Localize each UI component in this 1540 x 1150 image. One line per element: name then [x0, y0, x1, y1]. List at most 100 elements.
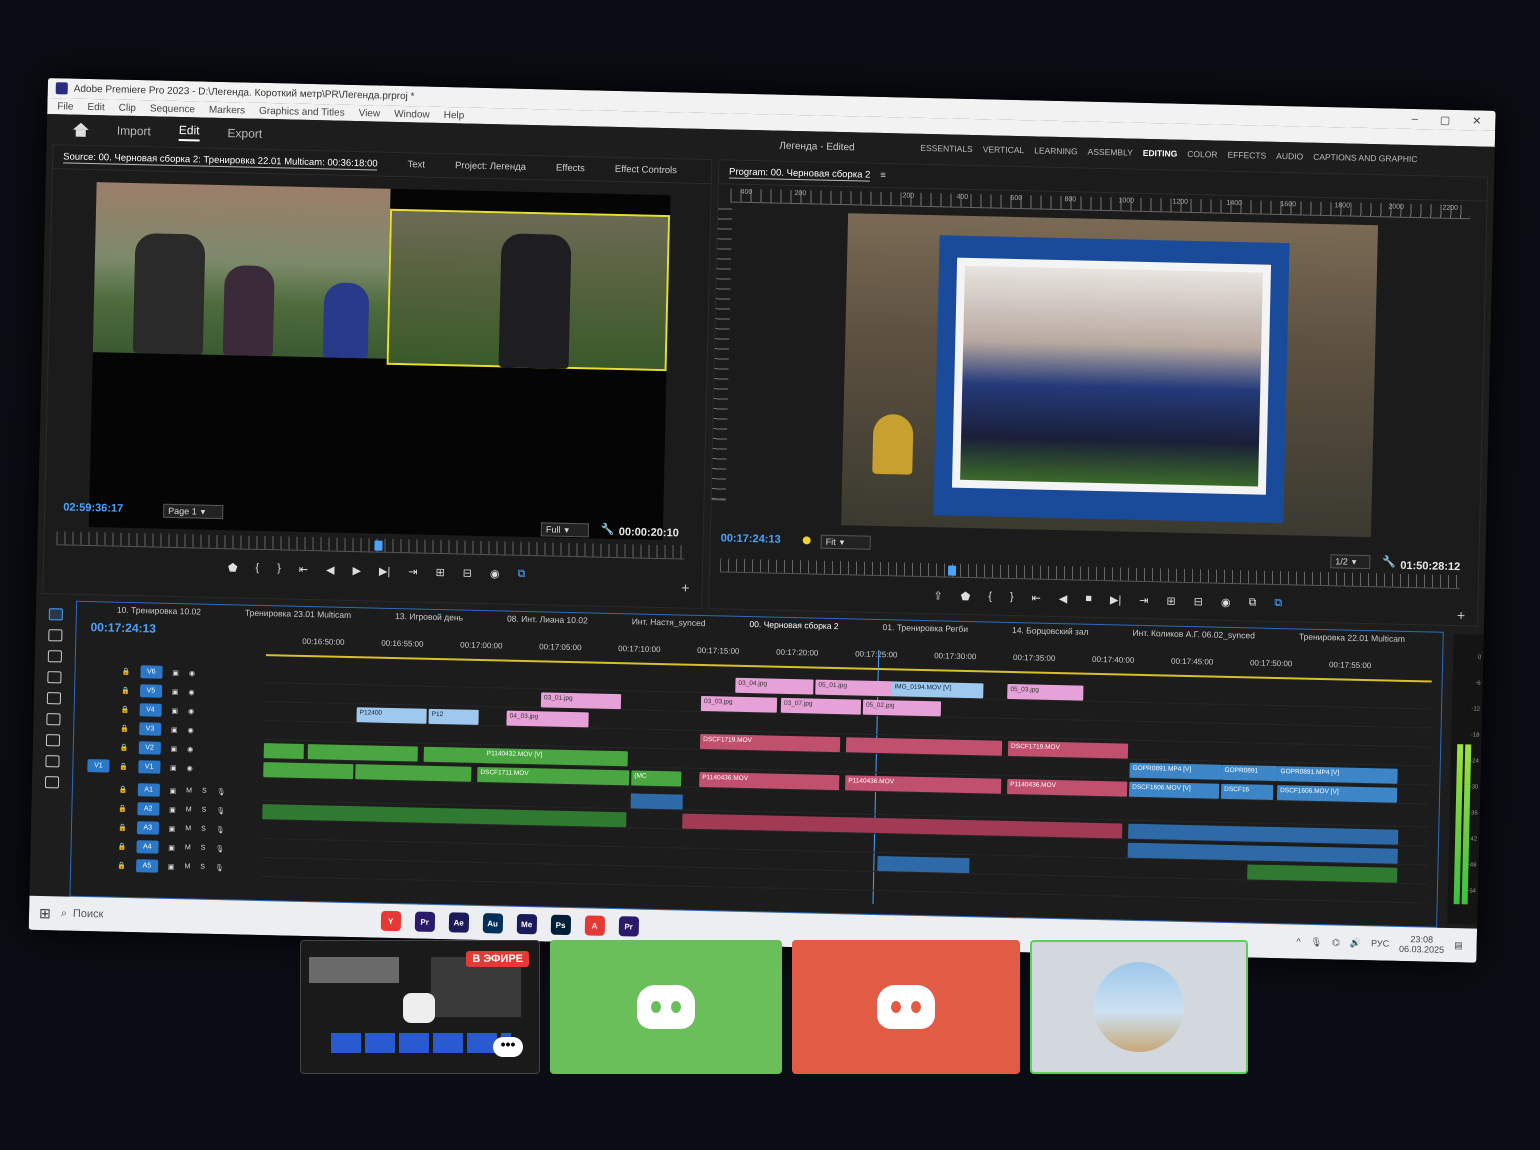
timeline-timecode[interactable]: 00:17:24:13 [90, 620, 156, 635]
eye-icon[interactable]: ◉ [188, 707, 194, 715]
menu-view[interactable]: View [359, 108, 381, 119]
extract-icon[interactable]: ⊞ [1166, 595, 1176, 608]
mic-icon[interactable]: 🎙 [1310, 936, 1323, 947]
mark-out-icon[interactable]: } [277, 562, 281, 575]
notifications-icon[interactable]: ▤ [1454, 940, 1463, 951]
timeline-clip[interactable] [263, 743, 304, 759]
hand-tool-icon[interactable] [45, 755, 60, 768]
insert-icon[interactable]: ⊞ [435, 566, 445, 579]
camera-icon[interactable]: ◉ [490, 567, 500, 580]
sync-lock-icon[interactable]: ▣ [168, 862, 175, 870]
seq-tab[interactable]: Тренировка 23.01 Multicam [245, 608, 351, 620]
timeline-clip[interactable]: DSCF1711.MOV [477, 766, 630, 786]
seq-tab-active[interactable]: 00. Черновая сборка 2 [749, 619, 838, 631]
timeline-clip[interactable] [307, 744, 418, 762]
eye-icon[interactable]: ◉ [187, 764, 193, 772]
taskbar-app-icon[interactable]: Pr [414, 911, 435, 932]
close-icon[interactable]: ✕ [1472, 114, 1482, 127]
seq-tab[interactable]: 01. Тренировка Регби [882, 622, 968, 634]
lock-icon[interactable]: 🔒 [119, 762, 128, 770]
export-tab[interactable]: Export [227, 126, 262, 141]
timeline-clip[interactable]: P12400 [356, 707, 427, 724]
lock-icon[interactable]: 🔒 [121, 686, 130, 694]
eye-icon[interactable]: ◉ [188, 726, 194, 734]
track-label[interactable]: A1 [137, 783, 160, 797]
sync-lock-icon[interactable]: ▣ [172, 687, 179, 695]
screen-share-tile[interactable]: В ЭФИРЕ ••• [300, 940, 540, 1074]
track-label[interactable]: V6 [140, 665, 163, 679]
chevron-up-icon[interactable]: ^ [1296, 937, 1300, 947]
ws-editing[interactable]: EDITING [1143, 148, 1178, 159]
timeline-clip[interactable]: 05_01.jpg [815, 679, 894, 697]
sync-lock-icon[interactable]: ▣ [171, 706, 178, 714]
multicam-icon[interactable]: ⧉ [1274, 597, 1282, 610]
edit-tab[interactable]: Edit [178, 122, 200, 142]
participant-tile-avatar[interactable] [1030, 940, 1248, 1074]
taskbar-app-icon[interactable]: Y [380, 910, 401, 932]
program-video[interactable] [841, 213, 1379, 538]
ws-audio[interactable]: AUDIO [1276, 151, 1303, 162]
mute-icon[interactable]: M [186, 787, 192, 794]
source-timecode-right[interactable]: 00:00:20:10 [619, 526, 679, 539]
home-icon[interactable] [73, 123, 89, 137]
timeline-clip[interactable]: 05_03.jpg [1007, 683, 1084, 701]
timeline-clip[interactable] [845, 737, 1003, 756]
taskbar-app-icon[interactable]: Pr [618, 916, 639, 937]
lock-icon[interactable]: 🔒 [118, 823, 127, 831]
timeline-clip[interactable]: GOPR0891.MP4 [V] [1277, 766, 1398, 784]
eye-icon[interactable]: ◉ [188, 688, 194, 696]
timeline-clip[interactable]: P1140436.MOV [699, 771, 840, 791]
stop-icon[interactable]: ■ [1085, 593, 1092, 606]
timeline-clip[interactable] [263, 762, 354, 780]
language-indicator[interactable]: РУС [1371, 938, 1389, 948]
source-playhead[interactable] [374, 540, 383, 551]
timeline-clip[interactable]: GOPR0891.MP4 [V] [1129, 762, 1222, 780]
overwrite-icon[interactable]: ⊟ [1194, 595, 1204, 608]
track-label[interactable]: A2 [137, 802, 160, 816]
track-label[interactable]: A5 [135, 859, 159, 873]
sync-lock-icon[interactable]: ▣ [172, 668, 179, 676]
step-forward-icon[interactable]: ▶| [1110, 593, 1122, 606]
timeline-clip[interactable]: DSCF1719.MOV [1007, 740, 1129, 759]
program-playhead[interactable] [947, 565, 957, 576]
menu-window[interactable]: Window [394, 108, 430, 120]
sync-lock-icon[interactable]: ▣ [168, 843, 175, 851]
source-video[interactable] [88, 182, 671, 541]
participant-tile-red[interactable] [792, 940, 1020, 1074]
taskbar-app-icon[interactable]: Ps [550, 914, 571, 936]
network-icon[interactable]: ⌬ [1332, 937, 1340, 948]
step-forward-icon[interactable]: ▶| [379, 565, 391, 578]
taskbar-app-icon[interactable]: Ae [448, 912, 469, 933]
ripple-edit-tool-icon[interactable] [47, 650, 63, 663]
lock-icon[interactable]: 🔒 [120, 724, 129, 732]
timeline-clip[interactable]: P1140432.MOV [V] [483, 748, 628, 767]
menu-markers[interactable]: Markers [209, 104, 245, 116]
taskbar-app-icon[interactable]: Me [516, 913, 537, 935]
timeline-clip[interactable]: DSCF1606.MOV [V] [1276, 785, 1398, 803]
timeline-clip[interactable]: P1140436.MOV [1007, 778, 1128, 797]
sync-lock-icon[interactable]: ▣ [169, 786, 176, 794]
timeline-clip[interactable]: 03_04.jpg [735, 677, 814, 695]
sync-lock-icon[interactable]: ▣ [169, 805, 176, 813]
tab-text[interactable]: Text [407, 159, 425, 170]
lift-icon[interactable]: ⇪ [933, 589, 943, 602]
pen-tool-icon[interactable] [46, 713, 61, 726]
track-label[interactable]: V2 [138, 741, 161, 755]
program-timecode-left[interactable]: 00:17:24:13 [721, 532, 781, 545]
hamburger-icon[interactable]: ≡ [880, 170, 886, 181]
go-to-in-icon[interactable]: ⇤ [299, 563, 309, 576]
source-patch[interactable]: V1 [87, 759, 110, 773]
track-label[interactable]: V3 [138, 722, 162, 736]
mic-icon[interactable]: 🎙 [217, 788, 226, 796]
mic-icon[interactable]: 🎙 [215, 863, 224, 871]
timeline-clip[interactable] [630, 793, 683, 810]
program-timecode-right[interactable]: 01:50:28:12 [1400, 560, 1460, 573]
eye-icon[interactable]: ◉ [189, 669, 195, 677]
mic-icon[interactable]: 🎙 [216, 807, 225, 815]
timeline-clip[interactable]: 03_01.jpg [540, 692, 622, 710]
ws-effects[interactable]: EFFECTS [1227, 150, 1266, 161]
menu-sequence[interactable]: Sequence [150, 103, 195, 115]
type-tool-icon[interactable] [44, 776, 60, 789]
taskbar-app-icon[interactable]: A [584, 915, 605, 936]
timeline-clip[interactable]: DSCF1606.MOV [V] [1128, 781, 1220, 799]
